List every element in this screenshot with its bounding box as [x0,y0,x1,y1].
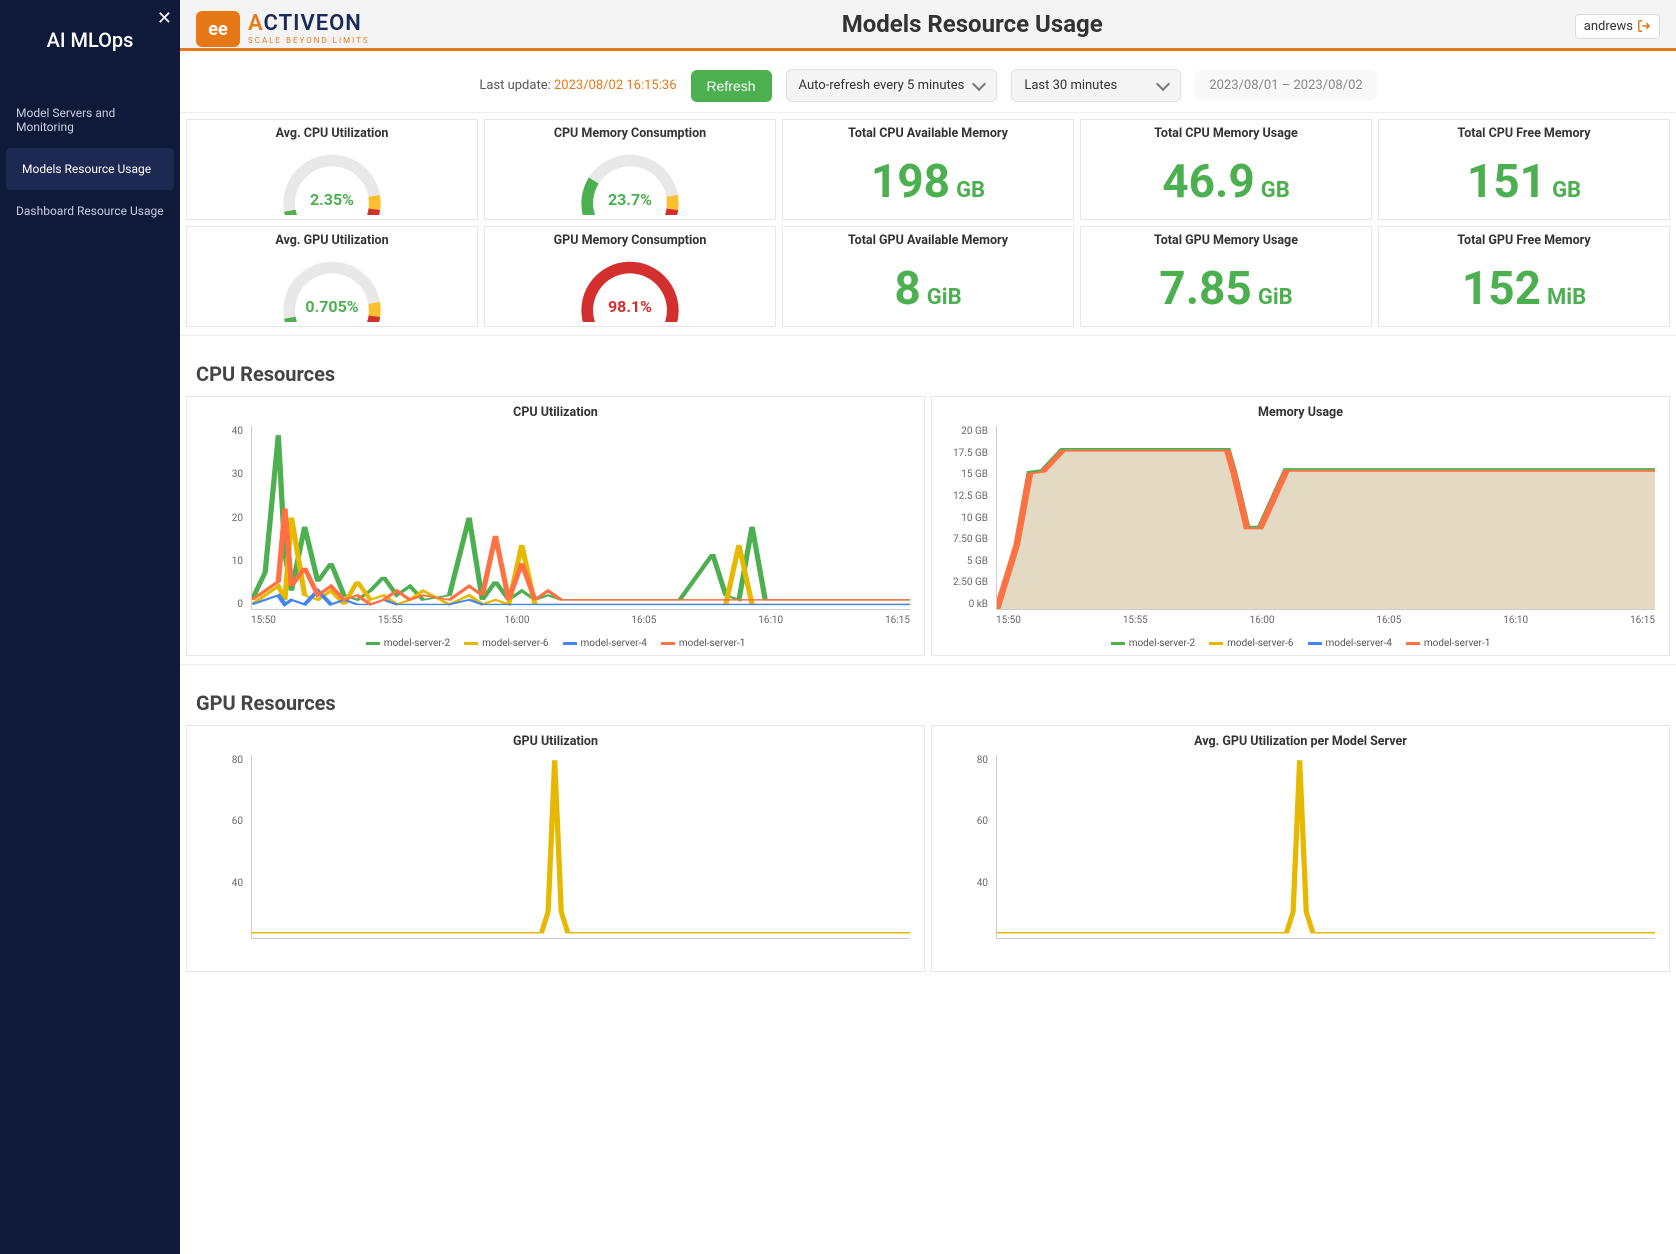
logo-tagline: SCALE BEYOND LIMITS [248,37,370,45]
stat-value: 7.85 [1159,266,1252,312]
refresh-button[interactable]: Refresh [691,70,772,102]
date-range: 2023/08/01 – 2023/08/02 [1195,70,1376,101]
stat-title: Total GPU Memory Usage [1154,233,1298,248]
sidebar-item-1[interactable]: Models Resource Usage [6,148,174,190]
stat-unit: GB [956,178,985,203]
gpu-charts-row: GPU Utilization 806040 Avg. GPU Utilizat… [180,725,1676,972]
logo-icon: ee [196,11,240,47]
chart-title: Avg. GPU Utilization per Model Server [942,734,1659,749]
x-axis: 15:5015:5516:0016:0516:1016:15 [251,615,910,626]
legend-item: model-server-1 [661,638,745,649]
gauge-card: CPU Memory Consumption 23.7% [484,119,776,220]
sidebar: ✕ AI MLOps Model Servers and MonitoringM… [0,0,180,1254]
stat-card: Total GPU Available Memory 8 GiB [782,226,1074,327]
stat-unit: GiB [927,285,962,310]
legend-item: model-server-4 [563,638,647,649]
user-menu[interactable]: andrews [1575,14,1660,39]
stat-title: Total CPU Free Memory [1458,126,1591,141]
y-axis: 20 GB17.5 GB15 GB12.5 GB10 GB7.50 GB5 GB… [942,426,992,610]
gauge-card: Avg. GPU Utilization 0.705% [186,226,478,327]
legend-item: model-server-4 [1308,638,1392,649]
chart-title: Memory Usage [942,405,1659,420]
legend: model-server-2 model-server-6 model-server… [942,638,1659,649]
plot-area [251,755,910,939]
stat-title: Total CPU Memory Usage [1154,126,1298,141]
chart-gpu_util: GPU Utilization 806040 [186,725,925,972]
auto-refresh-select[interactable]: Auto-refresh every 5 minutes [786,69,998,102]
stat-title: Total GPU Available Memory [848,233,1008,248]
chart-title: CPU Utilization [197,405,914,420]
stats-grid: Avg. CPU Utilization 2.35% CPU Memory Co… [180,113,1676,327]
stat-value: 198 [871,159,950,205]
chart-mem_usage: Memory Usage 20 GB17.5 GB15 GB12.5 GB10 … [931,396,1670,656]
gauge-title: CPU Memory Consumption [554,126,706,141]
legend-item: model-server-6 [1209,638,1293,649]
legend: model-server-2 model-server-6 model-server… [197,638,914,649]
legend-item: model-server-2 [1111,638,1195,649]
stat-value: 151 [1467,159,1546,205]
gauge: 98.1% [570,252,690,322]
page-title: Models Resource Usage [370,10,1575,48]
stat-unit: GB [1552,178,1581,203]
legend-item: model-server-2 [366,638,450,649]
chart-cpu_util: CPU Utilization 403020100 15:5015:5516:0… [186,396,925,656]
legend-item: model-server-6 [464,638,548,649]
plot-area [251,426,910,610]
cpu-section-title: CPU Resources [180,335,1676,396]
stat-card: Total CPU Memory Usage 46.9GB [1080,119,1372,220]
x-axis: 15:5015:5516:0016:0516:1016:15 [996,615,1655,626]
sidebar-item-2[interactable]: Dashboard Resource Usage [0,190,180,232]
stat-value: 8 [894,266,920,312]
close-icon[interactable]: ✕ [157,8,172,29]
gauge-card: Avg. CPU Utilization 2.35% [186,119,478,220]
y-axis: 403020100 [197,426,247,610]
gauge-value: 0.705% [272,297,392,316]
controls: Last update: 2023/08/02 16:15:36 Refresh… [180,51,1676,113]
gauge: 23.7% [570,145,690,215]
logout-icon [1637,19,1651,33]
stat-unit: GB [1261,178,1290,203]
last-update: Last update: 2023/08/02 16:15:36 [479,78,676,93]
gauge-title: GPU Memory Consumption [554,233,707,248]
plot-area [996,755,1655,939]
gauge-value: 23.7% [570,190,690,209]
topbar: ee ACTIVEON SCALE BEYOND LIMITS Models R… [180,0,1676,51]
cpu-charts-row: CPU Utilization 403020100 15:5015:5516:0… [180,396,1676,656]
time-range-select[interactable]: Last 30 minutes [1011,69,1181,102]
gauge: 0.705% [272,252,392,322]
gauge-title: Avg. GPU Utilization [275,233,388,248]
y-axis: 806040 [197,755,247,939]
legend-item: model-server-1 [1406,638,1490,649]
user-name: andrews [1584,19,1633,34]
chart-title: GPU Utilization [197,734,914,749]
stat-value: 152 [1462,266,1541,312]
stat-card: Total CPU Available Memory 198GB [782,119,1074,220]
sidebar-item-0[interactable]: Model Servers and Monitoring [0,92,180,148]
stat-unit: GiB [1258,285,1293,310]
gauge-value: 98.1% [570,297,690,316]
stat-unit: MiB [1547,285,1586,310]
logo: ee ACTIVEON SCALE BEYOND LIMITS [196,11,370,47]
plot-area [996,426,1655,610]
stat-card: Total CPU Free Memory 151GB [1378,119,1670,220]
chart-gpu_util_per: Avg. GPU Utilization per Model Server 80… [931,725,1670,972]
logo-text: ACTIVEON [248,13,370,35]
gauge: 2.35% [272,145,392,215]
stat-card: Total GPU Free Memory 152MiB [1378,226,1670,327]
stat-title: Total CPU Available Memory [848,126,1008,141]
gauge-title: Avg. CPU Utilization [276,126,389,141]
app-title: AI MLOps [0,0,180,92]
gauge-value: 2.35% [272,190,392,209]
main: ee ACTIVEON SCALE BEYOND LIMITS Models R… [180,0,1676,1254]
gauge-card: GPU Memory Consumption 98.1% [484,226,776,327]
gpu-section-title: GPU Resources [180,664,1676,725]
y-axis: 806040 [942,755,992,939]
stat-card: Total GPU Memory Usage 7.85GiB [1080,226,1372,327]
stat-value: 46.9 [1162,159,1255,205]
stat-title: Total GPU Free Memory [1457,233,1590,248]
